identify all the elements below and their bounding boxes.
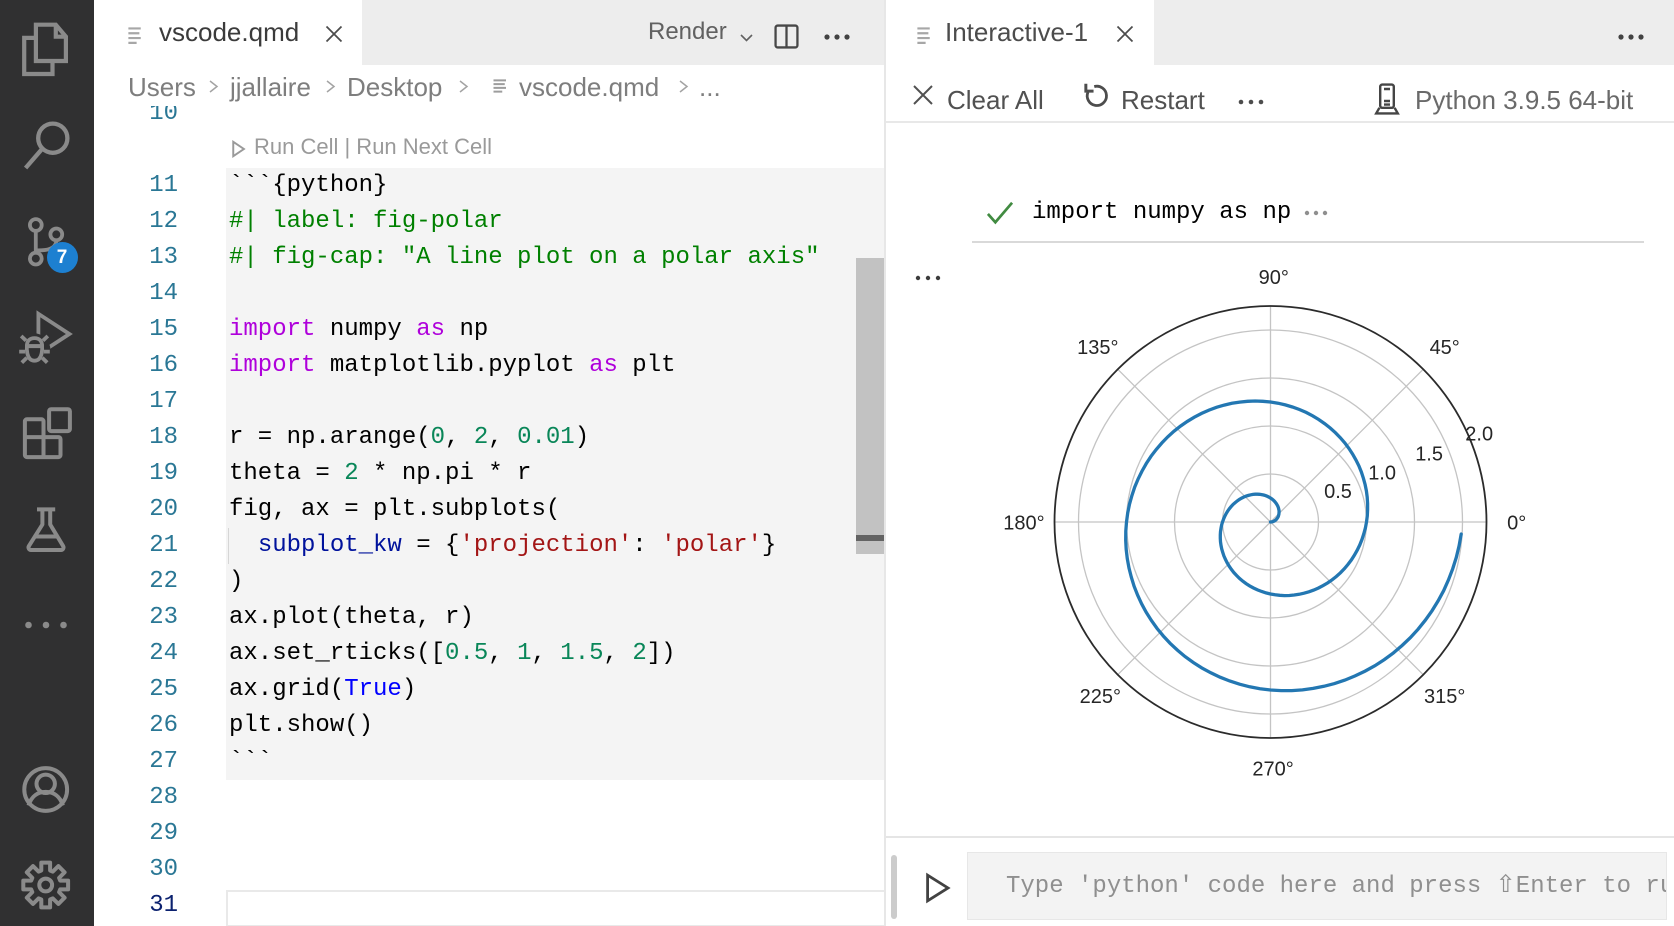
svg-text:0°: 0°	[1507, 512, 1526, 534]
svg-text:2.0: 2.0	[1465, 424, 1493, 446]
svg-text:270°: 270°	[1252, 759, 1293, 781]
svg-text:225°: 225°	[1080, 686, 1121, 708]
svg-text:0.5: 0.5	[1324, 481, 1352, 503]
svg-text:315°: 315°	[1424, 686, 1465, 708]
svg-text:135°: 135°	[1077, 337, 1118, 359]
svg-text:1.5: 1.5	[1415, 444, 1443, 466]
svg-text:1.0: 1.0	[1368, 462, 1396, 484]
svg-text:45°: 45°	[1430, 337, 1460, 359]
svg-text:180°: 180°	[1003, 512, 1044, 534]
svg-text:90°: 90°	[1259, 267, 1289, 289]
